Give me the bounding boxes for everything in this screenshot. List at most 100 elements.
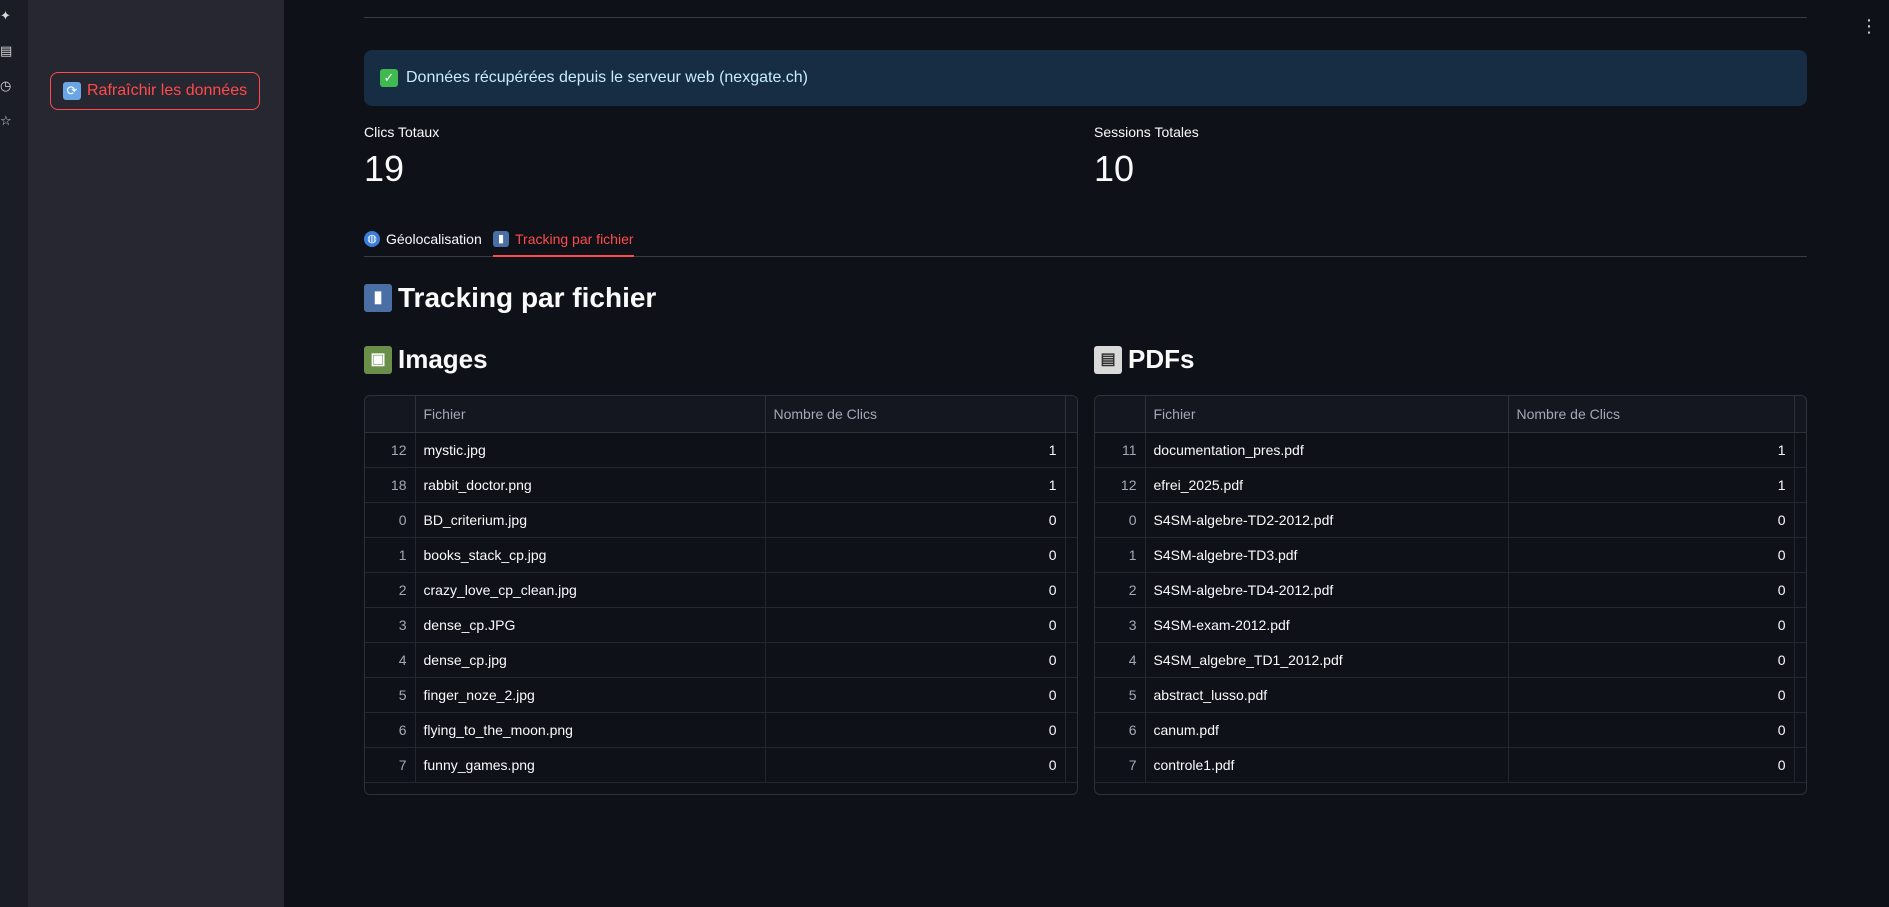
click-count[interactable]: 0 xyxy=(1508,502,1795,538)
row-index[interactable]: 7 xyxy=(1095,747,1146,783)
click-count[interactable]: 1 xyxy=(765,467,1066,503)
row-index[interactable]: 7 xyxy=(365,747,416,783)
table-row[interactable]: 5 abstract_lusso.pdf 0 xyxy=(1095,677,1806,713)
metric-total-clicks: Clics Totaux 19 xyxy=(364,124,439,190)
row-index[interactable]: 0 xyxy=(1095,502,1146,538)
file-name[interactable]: S4SM-algebre-TD3.pdf xyxy=(1145,537,1509,573)
click-count[interactable]: 0 xyxy=(1508,537,1795,573)
file-name[interactable]: controle1.pdf xyxy=(1145,747,1509,783)
click-count[interactable]: 0 xyxy=(1508,607,1795,643)
row-index[interactable]: 4 xyxy=(1095,642,1146,678)
left-rail: ✦ ▤ ◷ ☆ xyxy=(0,0,29,907)
column-header-fichier[interactable]: Fichier xyxy=(1145,396,1509,433)
click-count[interactable]: 0 xyxy=(765,677,1066,713)
table-row[interactable]: 3 S4SM-exam-2012.pdf 0 xyxy=(1095,607,1806,643)
save-icon[interactable]: ▤ xyxy=(0,45,14,59)
click-count[interactable]: 0 xyxy=(765,572,1066,608)
file-name[interactable]: S4SM-algebre-TD2-2012.pdf xyxy=(1145,502,1509,538)
row-index[interactable]: 11 xyxy=(1095,432,1146,468)
main-content: ✓ Données récupérées depuis le serveur w… xyxy=(364,0,1807,907)
click-count[interactable]: 1 xyxy=(1508,467,1795,503)
row-index[interactable]: 18 xyxy=(365,467,416,503)
click-count[interactable]: 0 xyxy=(1508,677,1795,713)
table-row[interactable]: 12 efrei_2025.pdf 1 xyxy=(1095,467,1806,503)
click-count[interactable]: 0 xyxy=(1508,572,1795,608)
table-row[interactable]: 5 finger_noze_2.jpg 0 xyxy=(365,677,1077,713)
click-count[interactable]: 0 xyxy=(765,502,1066,538)
file-name[interactable]: finger_noze_2.jpg xyxy=(415,677,766,713)
table-row[interactable]: 1 books_stack_cp.jpg 0 xyxy=(365,537,1077,573)
file-name[interactable]: S4SM-algebre-TD4-2012.pdf xyxy=(1145,572,1509,608)
row-index[interactable]: 12 xyxy=(1095,467,1146,503)
table-row[interactable]: 0 BD_criterium.jpg 0 xyxy=(365,502,1077,538)
history-icon[interactable]: ◷ xyxy=(0,80,14,94)
star-icon[interactable]: ☆ xyxy=(0,115,14,129)
refresh-icon: ⟳ xyxy=(63,82,81,100)
file-name[interactable]: rabbit_doctor.png xyxy=(415,467,766,503)
row-index[interactable]: 5 xyxy=(365,677,416,713)
file-name[interactable]: mystic.jpg xyxy=(415,432,766,468)
pdfs-table[interactable]: Fichier Nombre de Clics 11 documentation_… xyxy=(1094,395,1807,795)
click-count[interactable]: 0 xyxy=(1508,747,1795,783)
table-row[interactable]: 11 documentation_pres.pdf 1 xyxy=(1095,432,1806,468)
row-index[interactable]: 2 xyxy=(365,572,416,608)
row-index[interactable]: 1 xyxy=(365,537,416,573)
click-count[interactable]: 1 xyxy=(1508,432,1795,468)
row-index[interactable]: 6 xyxy=(1095,712,1146,748)
column-header-clics[interactable]: Nombre de Clics xyxy=(1508,396,1795,433)
table-row[interactable]: 0 S4SM-algebre-TD2-2012.pdf 0 xyxy=(1095,502,1806,538)
row-index[interactable]: 1 xyxy=(1095,537,1146,573)
row-index[interactable]: 12 xyxy=(365,432,416,468)
file-name[interactable]: documentation_pres.pdf xyxy=(1145,432,1509,468)
pdfs-heading: ▤ PDFs xyxy=(1094,344,1194,375)
click-count[interactable]: 0 xyxy=(765,712,1066,748)
file-name[interactable]: BD_criterium.jpg xyxy=(415,502,766,538)
click-count[interactable]: 0 xyxy=(1508,712,1795,748)
table-row[interactable]: 7 controle1.pdf 0 xyxy=(1095,747,1806,783)
table-row[interactable]: 12 mystic.jpg 1 xyxy=(365,432,1077,468)
file-name[interactable]: books_stack_cp.jpg xyxy=(415,537,766,573)
table-row[interactable]: 2 crazy_love_cp_clean.jpg 0 xyxy=(365,572,1077,608)
table-row[interactable]: 4 dense_cp.jpg 0 xyxy=(365,642,1077,678)
file-name[interactable]: canum.pdf xyxy=(1145,712,1509,748)
row-index[interactable]: 3 xyxy=(365,607,416,643)
click-count[interactable]: 0 xyxy=(765,747,1066,783)
images-table[interactable]: Fichier Nombre de Clics 12 mystic.jpg 1 18 r… xyxy=(364,395,1078,795)
click-count[interactable]: 0 xyxy=(765,537,1066,573)
click-count[interactable]: 0 xyxy=(1508,642,1795,678)
table-row[interactable]: 3 dense_cp.JPG 0 xyxy=(365,607,1077,643)
click-count[interactable]: 0 xyxy=(765,607,1066,643)
table-row[interactable]: 7 funny_games.png 0 xyxy=(365,747,1077,783)
divider xyxy=(364,17,1807,18)
row-index[interactable]: 5 xyxy=(1095,677,1146,713)
table-row[interactable]: 2 S4SM-algebre-TD4-2012.pdf 0 xyxy=(1095,572,1806,608)
more-options-icon[interactable]: ⋮ xyxy=(1860,18,1878,36)
refresh-button[interactable]: ⟳ Rafraîchir les données xyxy=(50,72,261,110)
table-row[interactable]: 6 flying_to_the_moon.png 0 xyxy=(365,712,1077,748)
file-name[interactable]: S4SM-exam-2012.pdf xyxy=(1145,607,1509,643)
table-row[interactable]: 18 rabbit_doctor.png 1 xyxy=(365,467,1077,503)
pin-icon[interactable]: ✦ xyxy=(0,10,14,24)
file-name[interactable]: dense_cp.jpg xyxy=(415,642,766,678)
row-index[interactable]: 4 xyxy=(365,642,416,678)
click-count[interactable]: 0 xyxy=(765,642,1066,678)
table-row[interactable]: 6 canum.pdf 0 xyxy=(1095,712,1806,748)
tab-tracking-par-fichier[interactable]: ▮ Tracking par fichier xyxy=(493,222,634,257)
row-index[interactable]: 6 xyxy=(365,712,416,748)
table-row[interactable]: 4 S4SM_algebre_TD1_2012.pdf 0 xyxy=(1095,642,1806,678)
file-name[interactable]: efrei_2025.pdf xyxy=(1145,467,1509,503)
row-index[interactable]: 0 xyxy=(365,502,416,538)
file-name[interactable]: S4SM_algebre_TD1_2012.pdf xyxy=(1145,642,1509,678)
column-header-fichier[interactable]: Fichier xyxy=(415,396,766,433)
file-name[interactable]: abstract_lusso.pdf xyxy=(1145,677,1509,713)
tab-geolocalisation[interactable]: ◍ Géolocalisation xyxy=(364,222,482,256)
click-count[interactable]: 1 xyxy=(765,432,1066,468)
table-row[interactable]: 1 S4SM-algebre-TD3.pdf 0 xyxy=(1095,537,1806,573)
row-index[interactable]: 2 xyxy=(1095,572,1146,608)
file-name[interactable]: flying_to_the_moon.png xyxy=(415,712,766,748)
file-name[interactable]: funny_games.png xyxy=(415,747,766,783)
file-name[interactable]: crazy_love_cp_clean.jpg xyxy=(415,572,766,608)
row-index[interactable]: 3 xyxy=(1095,607,1146,643)
file-name[interactable]: dense_cp.JPG xyxy=(415,607,766,643)
column-header-clics[interactable]: Nombre de Clics xyxy=(765,396,1066,433)
